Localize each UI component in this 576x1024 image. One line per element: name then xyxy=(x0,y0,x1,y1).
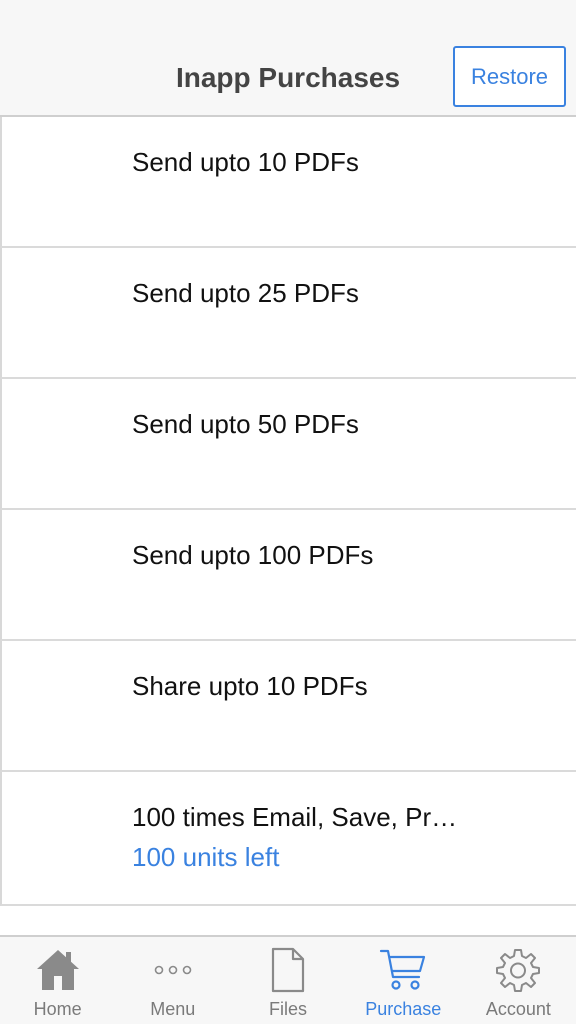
tab-label: Purchase xyxy=(365,999,442,1019)
list-item[interactable]: Send upto 100 PDFs xyxy=(0,510,576,641)
list-item-title: Send upto 100 PDFs xyxy=(132,540,374,570)
home-icon xyxy=(33,945,83,995)
list-item[interactable]: Send upto 10 PDFs xyxy=(0,117,576,248)
purchase-list: Send upto 10 PDFs Send upto 25 PDFs Send… xyxy=(0,117,576,906)
list-item[interactable]: Share upto 10 PDFs xyxy=(0,641,576,772)
gear-icon xyxy=(493,945,543,995)
list-item-title: Share upto 10 PDFs xyxy=(132,671,368,701)
list-item-title: Send upto 50 PDFs xyxy=(132,409,359,439)
tab-label: Menu xyxy=(150,999,196,1019)
restore-button[interactable]: Restore xyxy=(453,46,566,107)
tab-purchase[interactable]: Purchase xyxy=(346,937,461,1024)
tab-label: Account xyxy=(485,999,551,1019)
tab-label: Files xyxy=(269,999,308,1019)
navigation-bar: Inapp Purchases Restore xyxy=(0,0,576,117)
list-item[interactable]: 100 times Email, Save, Pr… 100 units lef… xyxy=(0,772,576,906)
more-icon xyxy=(148,945,198,995)
tab-menu[interactable]: Menu xyxy=(115,937,230,1024)
tab-account[interactable]: Account xyxy=(461,937,576,1024)
list-item[interactable]: Send upto 50 PDFs xyxy=(0,379,576,510)
list-item-title: 100 times Email, Save, Pr… xyxy=(132,802,458,832)
cart-icon xyxy=(378,945,428,995)
tab-label: Home xyxy=(33,999,82,1019)
tab-files[interactable]: Files xyxy=(230,937,345,1024)
units-left-label: 100 units left xyxy=(132,842,280,872)
list-item-title: Send upto 10 PDFs xyxy=(132,147,359,177)
tab-bar: Home Menu Files Purchase Account xyxy=(0,935,576,1024)
tab-home[interactable]: Home xyxy=(0,937,115,1024)
list-item[interactable]: Send upto 25 PDFs xyxy=(0,248,576,379)
file-icon xyxy=(263,945,313,995)
list-item-title: Send upto 25 PDFs xyxy=(132,278,359,308)
